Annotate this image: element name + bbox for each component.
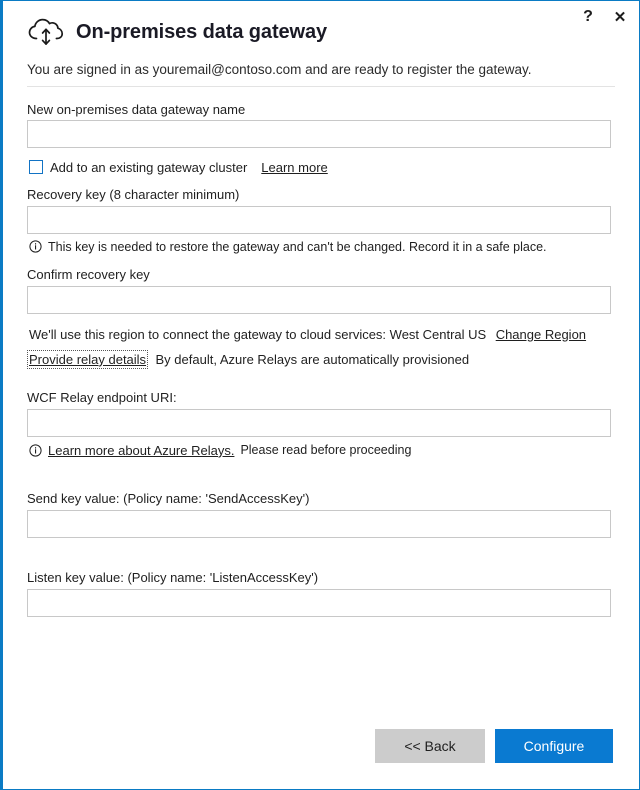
add-to-existing-cluster-checkbox[interactable] xyxy=(29,160,43,175)
cluster-learn-more-link[interactable]: Learn more xyxy=(261,160,327,175)
wcf-relay-uri-input[interactable] xyxy=(27,408,611,437)
provide-relay-details-link[interactable]: Provide relay details xyxy=(26,349,149,369)
on-premises-data-gateway-dialog: ? ✕ On-premises data gateway You are sig… xyxy=(0,0,640,790)
azure-relays-learn-more-link[interactable]: Learn more about Azure Relays. xyxy=(48,443,234,458)
configure-button[interactable]: Configure xyxy=(495,729,613,763)
cluster-checkbox-row: Add to an existing gateway cluster Learn… xyxy=(29,160,328,175)
window-controls: ? ✕ xyxy=(579,7,629,27)
cloud-with-up-down-arrow-icon xyxy=(27,17,65,47)
info-circle-icon xyxy=(29,240,42,254)
recovery-key-info-text: This key is needed to restore the gatewa… xyxy=(48,239,547,254)
confirm-recovery-key-label: Confirm recovery key xyxy=(27,266,150,282)
help-icon[interactable]: ? xyxy=(579,7,597,27)
back-button[interactable]: << Back xyxy=(375,729,485,763)
send-key-label: Send key value: (Policy name: 'SendAcces… xyxy=(27,490,310,506)
close-icon[interactable]: ✕ xyxy=(611,7,629,27)
relay-default-text: By default, Azure Relays are automatical… xyxy=(155,351,470,367)
recovery-key-label: Recovery key (8 character minimum) xyxy=(27,186,240,202)
title-row: On-premises data gateway xyxy=(27,15,615,49)
dialog-header: On-premises data gateway You are signed … xyxy=(3,1,639,81)
azure-relays-info-row: Learn more about Azure Relays. Please re… xyxy=(29,443,411,458)
confirm-recovery-key-input[interactable] xyxy=(27,285,611,314)
region-row: We'll use this region to connect the gat… xyxy=(29,326,586,344)
gateway-name-label: New on-premises data gateway name xyxy=(27,101,246,117)
wcf-relay-uri-label: WCF Relay endpoint URI: xyxy=(27,389,177,405)
cluster-checkbox-label: Add to an existing gateway cluster xyxy=(50,159,248,175)
recovery-key-input[interactable] xyxy=(27,205,611,234)
relay-details-row: Provide relay details By default, Azure … xyxy=(26,349,470,369)
header-divider xyxy=(27,85,615,87)
page-title: On-premises data gateway xyxy=(76,20,328,43)
signed-in-status: You are signed in as youremail@contoso.c… xyxy=(27,62,532,77)
send-key-input[interactable] xyxy=(27,509,611,538)
region-text: We'll use this region to connect the gat… xyxy=(29,326,487,342)
recovery-key-info-row: This key is needed to restore the gatewa… xyxy=(29,240,547,254)
azure-relays-info-text: Please read before proceeding xyxy=(240,443,412,458)
gateway-name-input[interactable] xyxy=(27,119,611,148)
dialog-footer: << Back Configure xyxy=(3,729,639,763)
listen-key-input[interactable] xyxy=(27,588,611,617)
listen-key-label: Listen key value: (Policy name: 'ListenA… xyxy=(27,569,319,585)
change-region-link[interactable]: Change Region xyxy=(496,327,586,342)
info-circle-icon xyxy=(29,444,42,457)
